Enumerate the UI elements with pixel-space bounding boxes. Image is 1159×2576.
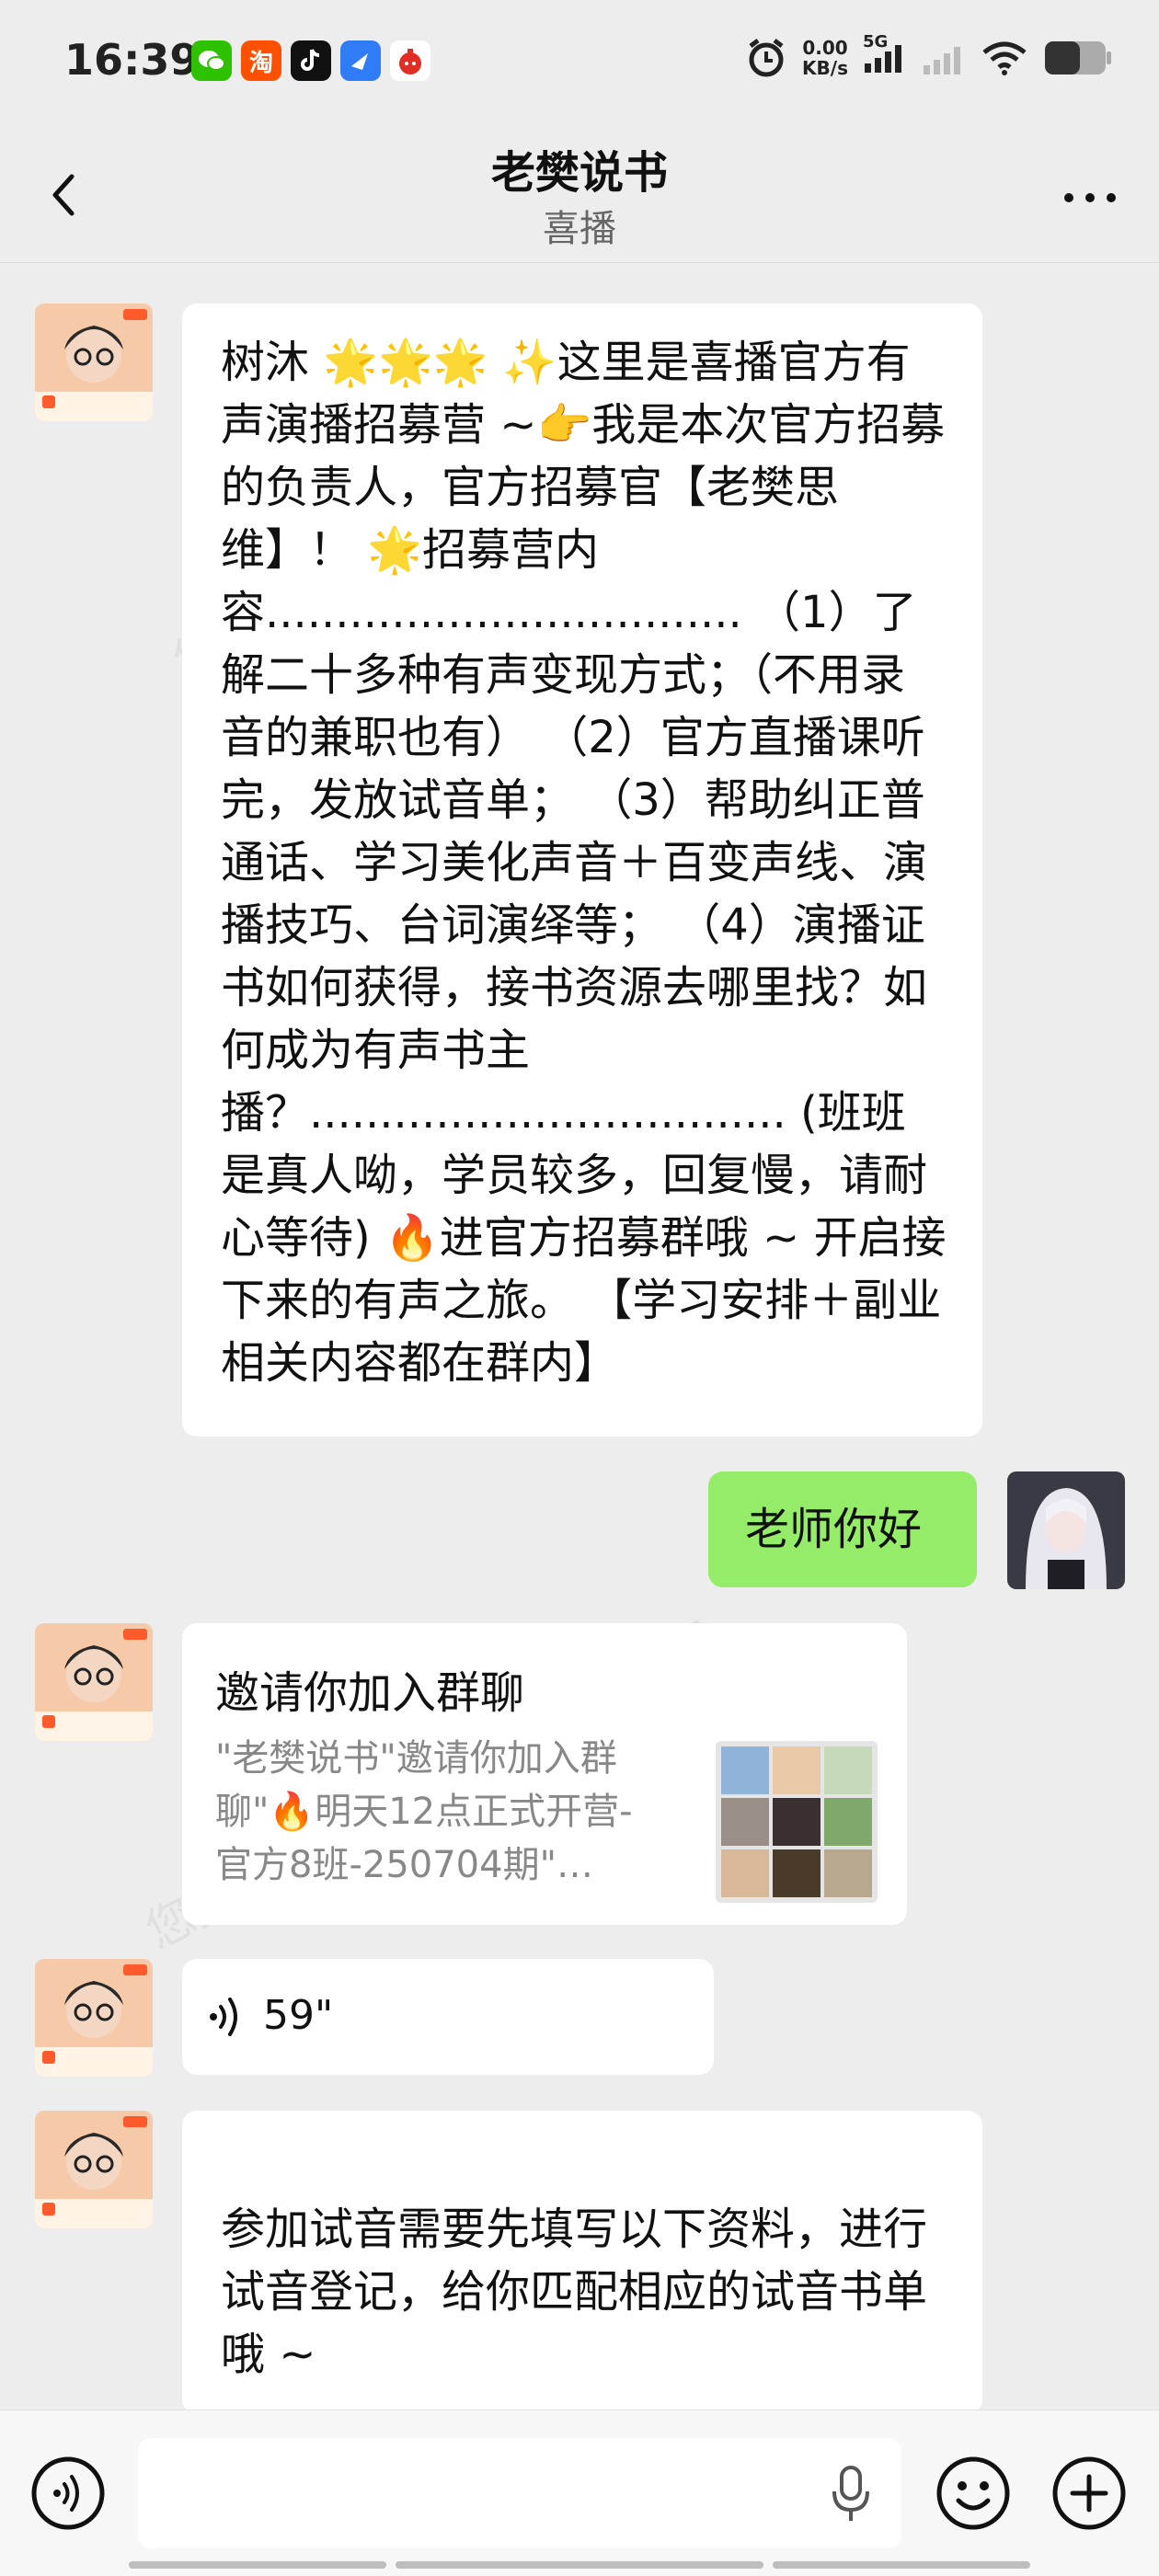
voice-wave-icon [210,1998,237,2036]
home-indicator[interactable] [396,2561,763,2569]
message-text: 老师你好 [745,1504,923,1555]
chat-header: 老樊说书 喜播 [0,129,1159,263]
avatar-image [35,1623,153,1741]
battery-icon [1045,41,1111,74]
my-avatar[interactable] [1007,1471,1125,1589]
home-indicator[interactable] [129,2561,386,2569]
browser-icon [340,40,381,81]
message-text: 参加试音需要先填写以下资料，进行试音登记，给你匹配相应的试音书单哦 ~ [221,2204,928,2380]
avatar[interactable] [35,1959,153,2077]
status-bar: 16:39 淘 0.00 KB/s 5G [0,0,1159,129]
invite-title: 邀请你加入群聊 [215,1667,525,1719]
message-bubble[interactable]: 参加试音需要先填写以下资料，进行试音登记，给你匹配相应的试音书单哦 ~ [182,2111,982,2414]
microphone-icon[interactable] [828,2464,874,2524]
input-bar [0,2410,1159,2576]
avatar[interactable] [35,1623,153,1741]
wifi-icon [982,41,1027,75]
invite-description: "老樊说书"邀请你加入群聊"🔥明天12点正式开营-官方8班-250704期"… [215,1737,633,1886]
avatar[interactable] [35,303,153,421]
avatar-image [35,1959,153,2077]
tiktok-icon [291,40,331,81]
voice-duration: 59" [263,1992,334,2039]
avatar-image [1007,1471,1125,1589]
emoji-icon [936,2456,1010,2530]
message-input[interactable] [138,2438,901,2548]
alarm-icon [749,39,784,77]
group-thumbnail [716,1741,878,1903]
message-bubble[interactable]: 树沐 🌟🌟🌟 ✨这里是喜播官方有声演播招募营 ~👉我是本次官方招募的负责人，官方… [182,303,982,1437]
signal-5g: 5G [863,32,907,78]
voice-mode-icon [31,2456,105,2530]
pinduoduo-icon [390,40,430,81]
voice-toggle-button[interactable] [29,2455,107,2532]
status-right: 0.00 KB/s 5G [745,32,1113,79]
chat-title: 老樊说书 [490,147,668,199]
my-message-bubble[interactable]: 老师你好 [708,1471,977,1587]
more-icon [1064,193,1116,202]
status-time: 16:39 [64,35,200,85]
emoji-button[interactable] [935,2455,1012,2532]
plus-icon [1052,2456,1126,2530]
message-text: 树沐 🌟🌟🌟 ✨这里是喜播官方有声演播招募营 ~👉我是本次官方招募的负责人，官方… [221,337,947,1389]
chat-subtitle: 喜播 [543,208,616,250]
network-speed: 0.00 KB/s [802,37,848,79]
avatar[interactable] [35,2111,153,2228]
notification-icons: 淘 [191,40,430,81]
avatar-image [35,2111,153,2228]
more-actions-button[interactable] [1050,2455,1128,2532]
group-invite-card[interactable]: 邀请你加入群聊 "老樊说书"邀请你加入群聊"🔥明天12点正式开营-官方8班-25… [182,1623,907,1925]
voice-message[interactable]: 59" [182,1959,714,2075]
avatar-image [35,303,153,421]
home-indicator[interactable] [773,2561,1030,2569]
signal-weak-icon [924,47,960,74]
wechat-icon [191,40,232,81]
taobao-icon: 淘 [241,40,281,81]
more-button[interactable] [1058,184,1122,212]
